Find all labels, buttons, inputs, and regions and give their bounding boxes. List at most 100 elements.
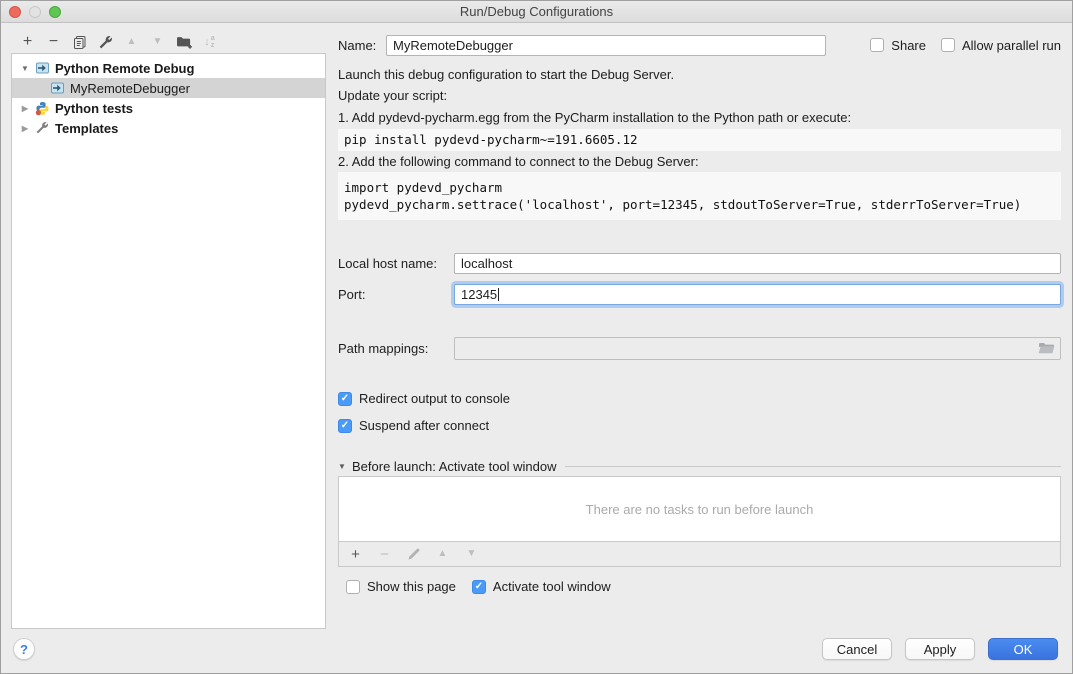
add-task-button[interactable]: + bbox=[347, 545, 364, 563]
templates-wrench-icon bbox=[35, 121, 50, 136]
triangle-up-icon: ▲ bbox=[438, 549, 448, 559]
share-label: Share bbox=[891, 38, 926, 53]
share-checkbox[interactable]: Share bbox=[870, 38, 926, 53]
move-task-down-button[interactable]: ▼ bbox=[463, 545, 480, 563]
wrench-icon bbox=[98, 35, 113, 50]
ok-button[interactable]: OK bbox=[988, 638, 1058, 660]
move-down-button[interactable]: ▼ bbox=[149, 33, 166, 51]
tree-item-python-remote-debug[interactable]: ▼ Python Remote Debug bbox=[12, 58, 325, 78]
tree-item-myremotedebugger[interactable]: MyRemoteDebugger bbox=[12, 78, 325, 98]
copy-icon bbox=[72, 35, 87, 50]
collapse-section-icon[interactable]: ▼ bbox=[338, 462, 352, 471]
port-input[interactable]: 12345 bbox=[454, 284, 1061, 305]
collapse-triangle-icon[interactable]: ▶ bbox=[20, 104, 30, 113]
activate-tool-window-checkbox[interactable]: ✓ Activate tool window bbox=[472, 579, 611, 594]
apply-button[interactable]: Apply bbox=[905, 638, 975, 660]
tree-item-label: Templates bbox=[55, 121, 118, 136]
tree-item-python-tests[interactable]: ▶ Python tests bbox=[12, 98, 325, 118]
collapse-triangle-icon[interactable]: ▶ bbox=[20, 124, 30, 133]
remove-configuration-button[interactable]: − bbox=[45, 33, 62, 51]
empty-task-list-text: There are no tasks to run before launch bbox=[586, 502, 814, 517]
tree-item-label: Python tests bbox=[55, 101, 133, 116]
zoom-window-button[interactable] bbox=[49, 6, 61, 18]
python-tests-icon bbox=[35, 101, 50, 116]
move-up-button[interactable]: ▲ bbox=[123, 33, 140, 51]
instruction-line: Update your script: bbox=[338, 88, 1061, 104]
text-caret bbox=[498, 288, 499, 301]
add-configuration-button[interactable]: + bbox=[19, 33, 36, 51]
remote-debug-config-icon bbox=[35, 61, 50, 76]
task-list-toolbar: + − ▲ ▼ bbox=[338, 542, 1061, 567]
instruction-line: Launch this debug configuration to start… bbox=[338, 67, 1061, 83]
help-button[interactable]: ? bbox=[13, 638, 35, 660]
checkbox-box: ✓ bbox=[338, 419, 352, 433]
titlebar[interactable]: Run/Debug Configurations bbox=[1, 1, 1072, 23]
triangle-down-icon: ▼ bbox=[153, 37, 163, 47]
configurations-toolbar: + − ▲ ▼ ↓ az bbox=[19, 33, 218, 51]
sort-az-icon: ↓ az bbox=[204, 35, 214, 49]
before-launch-task-list[interactable]: There are no tasks to run before launch bbox=[338, 476, 1061, 542]
minus-icon: − bbox=[380, 547, 389, 562]
copy-configuration-button[interactable] bbox=[71, 33, 88, 51]
configuration-settings-panel: Name: Share Allow parallel run Launch th… bbox=[338, 31, 1061, 594]
checkbox-box: ✓ bbox=[472, 580, 486, 594]
sort-configurations-button[interactable]: ↓ az bbox=[201, 33, 218, 51]
traffic-lights bbox=[9, 6, 61, 18]
suspend-after-connect-label: Suspend after connect bbox=[359, 418, 489, 433]
name-row: Name: Share Allow parallel run bbox=[338, 34, 1061, 56]
path-mappings-input[interactable] bbox=[454, 337, 1061, 360]
dialog-footer: ? Cancel Apply OK bbox=[1, 629, 1072, 673]
expand-triangle-icon[interactable]: ▼ bbox=[20, 64, 30, 73]
check-icon: ✓ bbox=[341, 394, 349, 404]
create-folder-button[interactable] bbox=[175, 33, 192, 51]
tree-item-label: Python Remote Debug bbox=[55, 61, 194, 76]
edit-templates-button[interactable] bbox=[97, 33, 114, 51]
minimize-window-button[interactable] bbox=[29, 6, 41, 18]
checkbox-box bbox=[870, 38, 884, 52]
port-row: Port: 12345 bbox=[338, 283, 1061, 305]
remote-debug-config-icon bbox=[50, 81, 65, 96]
edit-task-button[interactable] bbox=[405, 545, 422, 563]
show-this-page-checkbox[interactable]: Show this page bbox=[346, 579, 456, 594]
redirect-output-label: Redirect output to console bbox=[359, 391, 510, 406]
port-value: 12345 bbox=[461, 287, 497, 302]
activate-tool-window-label: Activate tool window bbox=[493, 579, 611, 594]
path-mappings-label: Path mappings: bbox=[338, 341, 454, 356]
instruction-step-2: 2. Add the following command to connect … bbox=[338, 154, 1061, 170]
plus-icon: + bbox=[351, 547, 360, 562]
pip-install-code: pip install pydevd-pycharm~=191.6605.12 bbox=[338, 129, 1061, 151]
move-task-up-button[interactable]: ▲ bbox=[434, 545, 451, 563]
code-line: import pydevd_pycharm bbox=[344, 179, 1055, 196]
run-debug-configurations-dialog: Run/Debug Configurations + − ▲ ▼ ↓ az ▼ … bbox=[0, 0, 1073, 674]
checkbox-box bbox=[346, 580, 360, 594]
before-launch-title: Before launch: Activate tool window bbox=[352, 459, 557, 474]
tree-item-templates[interactable]: ▶ Templates bbox=[12, 118, 325, 138]
show-this-page-label: Show this page bbox=[367, 579, 456, 594]
remove-task-button[interactable]: − bbox=[376, 545, 393, 563]
name-label: Name: bbox=[338, 38, 386, 53]
browse-folder-button[interactable] bbox=[1038, 341, 1055, 355]
redirect-output-checkbox[interactable]: ✓ Redirect output to console bbox=[338, 391, 1061, 406]
instruction-step-1: 1. Add pydevd-pycharm.egg from the PyCha… bbox=[338, 110, 1061, 126]
name-input[interactable] bbox=[386, 35, 826, 56]
checkbox-box: ✓ bbox=[338, 392, 352, 406]
tree-item-label: MyRemoteDebugger bbox=[70, 81, 190, 96]
before-launch-section-header[interactable]: ▼ Before launch: Activate tool window bbox=[338, 459, 1061, 473]
close-window-button[interactable] bbox=[9, 6, 21, 18]
suspend-after-connect-checkbox[interactable]: ✓ Suspend after connect bbox=[338, 418, 1061, 433]
triangle-down-icon: ▼ bbox=[467, 549, 477, 559]
settrace-code-block: import pydevd_pycharm pydevd_pycharm.set… bbox=[338, 172, 1061, 220]
port-label: Port: bbox=[338, 287, 454, 302]
local-host-input[interactable] bbox=[454, 253, 1061, 274]
checkbox-box bbox=[941, 38, 955, 52]
minus-icon: − bbox=[49, 34, 58, 50]
plus-icon: + bbox=[23, 34, 32, 50]
cancel-button[interactable]: Cancel bbox=[822, 638, 892, 660]
new-folder-icon bbox=[176, 35, 192, 50]
triangle-up-icon: ▲ bbox=[127, 37, 137, 47]
allow-parallel-run-checkbox[interactable]: Allow parallel run bbox=[941, 38, 1061, 53]
allow-parallel-run-label: Allow parallel run bbox=[962, 38, 1061, 53]
window-title: Run/Debug Configurations bbox=[1, 4, 1072, 19]
folder-icon bbox=[1038, 341, 1055, 355]
local-host-label: Local host name: bbox=[338, 256, 454, 271]
